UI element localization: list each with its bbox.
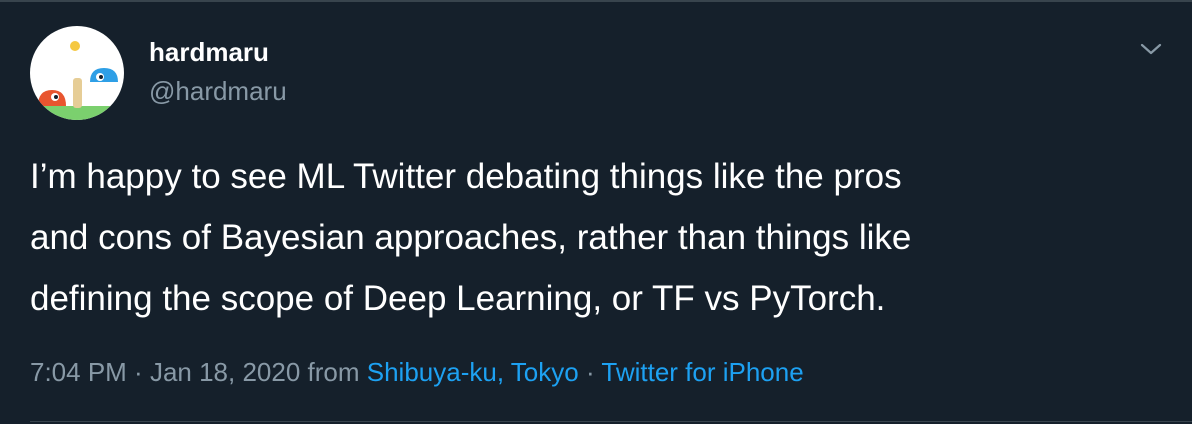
tweet-text-line: I’m happy to see ML Twitter debating thi… xyxy=(30,157,902,196)
tweet-text-line: defining the scope of Deep Learning, or … xyxy=(30,279,886,318)
from-label: from xyxy=(300,357,367,387)
top-divider xyxy=(0,0,1192,2)
location-link[interactable]: Shibuya-ku, Tokyo xyxy=(367,357,579,387)
tweet-text: I’m happy to see ML Twitter debating thi… xyxy=(30,146,1170,329)
bottom-divider xyxy=(30,421,1192,422)
meta-separator: · xyxy=(578,357,602,387)
tweet-time[interactable]: 7:04 PM xyxy=(30,357,127,387)
tweet-meta: 7:04 PM · Jan 18, 2020 from Shibuya-ku, … xyxy=(30,355,804,389)
avatar-image xyxy=(30,26,124,120)
user-handle[interactable]: @hardmaru xyxy=(149,75,287,107)
source-link[interactable]: Twitter for iPhone xyxy=(601,357,803,387)
tweet-text-line: and cons of Bayesian approaches, rather … xyxy=(30,218,912,257)
display-name[interactable]: hardmaru xyxy=(149,36,269,68)
meta-separator: · xyxy=(126,357,150,387)
chevron-down-icon[interactable] xyxy=(1138,38,1164,60)
avatar[interactable] xyxy=(30,26,124,120)
tweet-date[interactable]: Jan 18, 2020 xyxy=(150,357,300,387)
